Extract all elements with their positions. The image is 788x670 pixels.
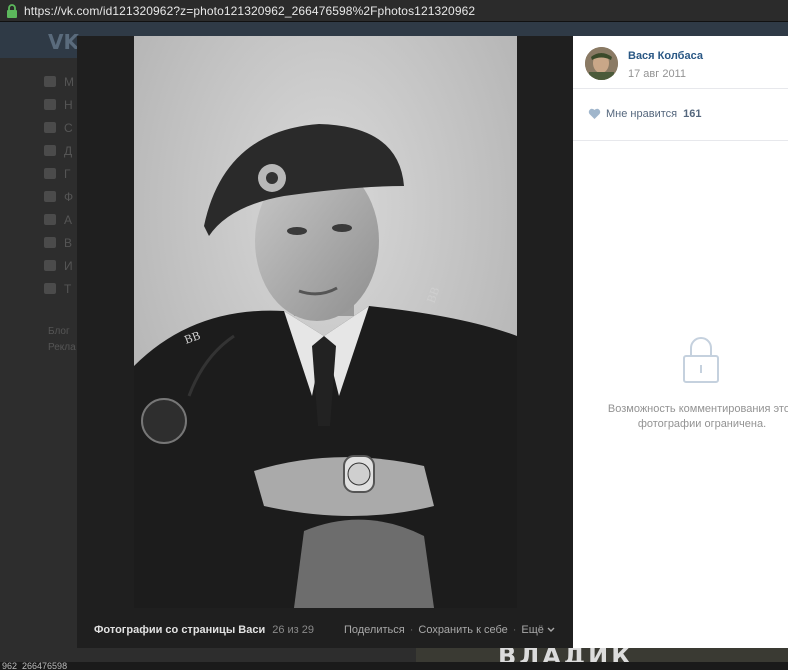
heart-icon	[588, 108, 601, 119]
avatar-image	[585, 47, 618, 80]
home-icon	[44, 76, 56, 87]
share-button[interactable]: Поделиться	[344, 624, 405, 636]
viewer-bottom-bar: Фотографии со страницы Васи 26 из 29 Под…	[77, 616, 573, 644]
like-count: 161	[683, 108, 702, 120]
video-icon	[44, 237, 56, 248]
lock-icon	[683, 337, 719, 383]
messages-icon	[44, 122, 56, 133]
viewer-actions: Поделиться · Сохранить к себе · Ещё	[344, 624, 555, 636]
left-footer: Блог Рекла	[48, 326, 76, 353]
status-bar: 962_266476598	[0, 662, 788, 670]
save-to-album-button[interactable]: Сохранить к себе	[418, 624, 507, 636]
photo-viewer: ВВ ВВ Фотографии со страницы Васи 26 из …	[77, 36, 573, 648]
browser-address-bar[interactable]: https://vk.com/id121320962?z=photo121320…	[0, 0, 788, 22]
like-label: Мне нравится	[606, 108, 678, 120]
news-icon	[44, 99, 56, 110]
vk-logo: VK	[48, 30, 79, 54]
divider	[573, 88, 788, 89]
lock-icon	[7, 3, 17, 18]
album-title-link[interactable]: Фотографии со страницы Васи	[94, 624, 265, 636]
photo-counter: 26 из 29	[272, 624, 314, 636]
url-text[interactable]: https://vk.com/id121320962?z=photo121320…	[24, 4, 475, 18]
author-info: Вася Колбаса 17 авг 2011	[628, 47, 703, 80]
chevron-down-icon	[547, 627, 555, 632]
portrait-photo: ВВ ВВ	[134, 36, 517, 608]
separator: ·	[512, 624, 517, 636]
author-name-link[interactable]: Вася Колбаса	[628, 50, 703, 62]
avatar[interactable]	[585, 47, 618, 80]
photo-sidebar: Вася Колбаса 17 авг 2011 Мне нравится 16…	[573, 36, 788, 648]
photo-date[interactable]: 17 авг 2011	[628, 68, 703, 80]
friends-icon	[44, 145, 56, 156]
background-fragment: ВЛАДИК	[416, 648, 788, 662]
separator: ·	[409, 624, 414, 636]
like-button[interactable]: Мне нравится 161	[588, 108, 701, 120]
author-block: Вася Колбаса 17 авг 2011	[585, 47, 703, 80]
goods-icon	[44, 283, 56, 294]
divider	[573, 140, 788, 141]
groups-icon	[44, 168, 56, 179]
games-icon	[44, 260, 56, 271]
music-icon	[44, 214, 56, 225]
more-button[interactable]: Ещё	[521, 624, 555, 636]
comments-disabled-text: Возможность комментирования этой фотогра…	[607, 403, 788, 430]
photo-image[interactable]: ВВ ВВ	[134, 36, 517, 608]
photos-icon	[44, 191, 56, 202]
